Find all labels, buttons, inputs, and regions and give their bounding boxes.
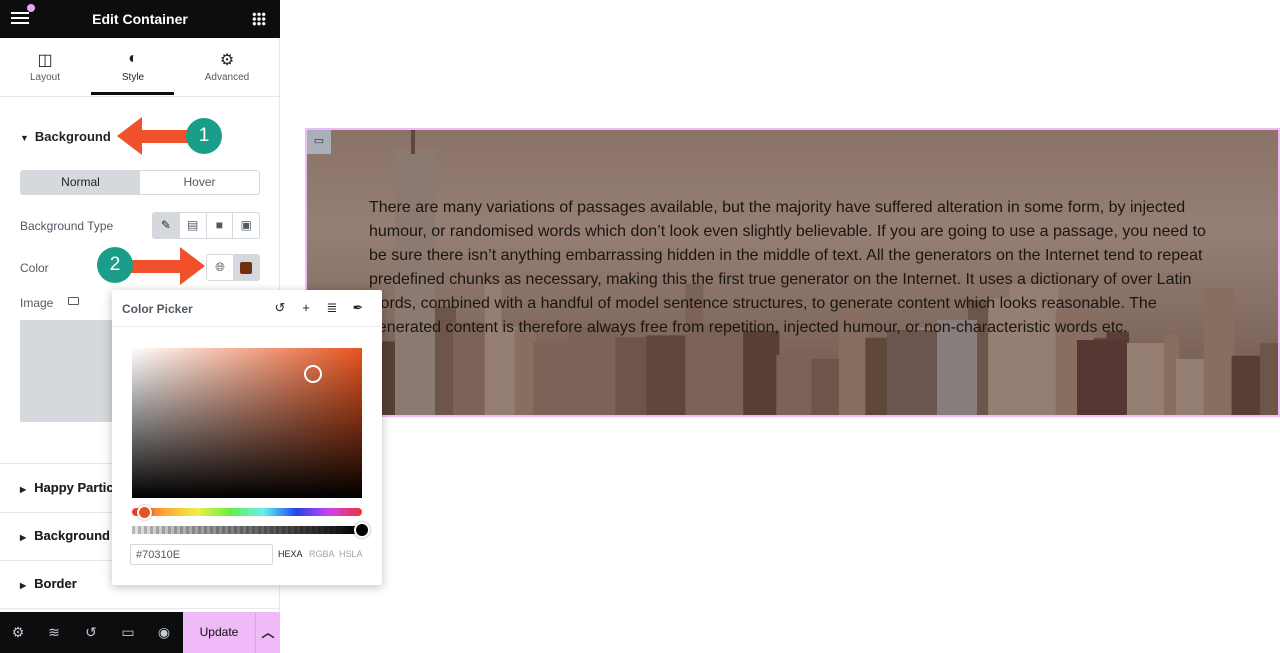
- columns-icon: ◫: [37, 52, 53, 69]
- opacity-handle[interactable]: [354, 522, 370, 538]
- opacity-slider[interactable]: [132, 526, 362, 534]
- paragraph-line: There are many variations of passages av…: [369, 199, 1186, 216]
- background-type-label: Background Type: [20, 219, 114, 233]
- eyedropper-icon[interactable]: ✒: [347, 297, 369, 319]
- desktop-icon[interactable]: [68, 297, 79, 305]
- state-hover[interactable]: Hover: [140, 171, 259, 194]
- section-title-visible: Background: [34, 528, 110, 543]
- section-background-toggle[interactable]: ▼ Background: [20, 129, 111, 144]
- preview-icon[interactable]: ◉: [154, 624, 174, 641]
- gradient-icon[interactable]: ▤: [178, 213, 206, 238]
- panel-title: Edit Container: [92, 11, 188, 27]
- active-tab-indicator: [91, 92, 174, 95]
- video-icon[interactable]: ■: [205, 213, 233, 238]
- color-label: Color: [20, 261, 49, 275]
- hue-slider[interactable]: [132, 508, 362, 516]
- section-title-visible: Happy Partic: [34, 480, 114, 495]
- color-picker-title: Color Picker: [122, 302, 193, 316]
- color-swatch[interactable]: [233, 255, 259, 280]
- section-title-visible: Border: [34, 576, 77, 591]
- divider: [0, 608, 280, 609]
- tab-style[interactable]: ◐ Style: [88, 50, 178, 83]
- saturation-handle[interactable]: [304, 365, 322, 383]
- state-toggle: Normal Hover: [20, 170, 260, 195]
- reset-icon[interactable]: ↺: [269, 297, 291, 319]
- paragraph-line: words, combined with a handful of model …: [369, 295, 1157, 312]
- grid-icon[interactable]: [252, 12, 266, 26]
- divider: [0, 96, 280, 97]
- tab-advanced[interactable]: ⚙ Advanced: [182, 50, 272, 83]
- paragraph-line: be sure there isn’t anything embarrassin…: [369, 247, 1203, 264]
- caret-right-icon: ▶: [20, 581, 27, 590]
- slideshow-icon[interactable]: ▣: [232, 213, 259, 238]
- mode-rgba[interactable]: RGBA: [309, 549, 335, 559]
- paragraph-line: humour, or randomised words which don’t …: [369, 223, 1206, 240]
- add-icon[interactable]: +: [295, 297, 317, 319]
- caret-right-icon: ▶: [20, 485, 27, 494]
- responsive-icon[interactable]: ▭: [118, 624, 138, 641]
- history-icon[interactable]: ↺: [81, 624, 101, 641]
- hex-input[interactable]: [130, 544, 273, 565]
- bottom-bar: ⚙ ≋ ↺ ▭ ◉ Update ︿: [0, 612, 280, 653]
- step-badge-1: 1: [186, 118, 222, 154]
- color-picker-popup: Color Picker ↺ + ≣ ✒ HEXA RGBA HSLA: [112, 290, 382, 585]
- color-control: 🌐︎: [206, 254, 260, 281]
- background-type-selector: ✎ ▤ ■ ▣: [152, 212, 260, 239]
- globe-icon[interactable]: 🌐︎: [207, 255, 233, 280]
- half-circle-icon: ◐: [128, 50, 138, 67]
- tab-label: Layout: [29, 72, 61, 83]
- global-colors-icon[interactable]: ≣: [321, 297, 343, 319]
- section-border[interactable]: ▶ Border Border: [20, 576, 77, 591]
- settings-icon[interactable]: ⚙: [8, 624, 28, 641]
- step-badge-2: 2: [97, 247, 133, 283]
- mode-hsla[interactable]: HSLA: [339, 549, 363, 559]
- caret-right-icon: ▶: [20, 533, 27, 542]
- panel-header: Edit Container: [0, 0, 280, 38]
- layers-icon[interactable]: ≋: [44, 624, 64, 641]
- text-paragraph: There are many variations of passages av…: [369, 196, 1219, 340]
- tab-label: Style: [121, 72, 145, 83]
- tab-layout[interactable]: ◫ Layout: [0, 50, 90, 83]
- tab-label: Advanced: [204, 72, 250, 83]
- caret-down-icon: ▼: [20, 133, 29, 143]
- container-handle[interactable]: ▭: [307, 130, 331, 154]
- divider: [112, 326, 382, 327]
- saturation-area[interactable]: [132, 348, 362, 498]
- gear-icon: ⚙: [219, 52, 235, 69]
- hue-handle[interactable]: [137, 505, 152, 520]
- container-section[interactable]: ▭ There are many variations of passages …: [305, 128, 1280, 417]
- state-normal[interactable]: Normal: [21, 171, 140, 194]
- image-label: Image: [20, 296, 54, 310]
- section-title: Background: [34, 129, 111, 144]
- mode-hexa[interactable]: HEXA: [278, 549, 303, 559]
- paragraph-line: generated content is therefore always fr…: [369, 319, 1128, 336]
- paragraph-line: predefined chunks as necessary, making t…: [369, 271, 1192, 288]
- chevron-up-icon[interactable]: ︿: [255, 612, 280, 653]
- brush-icon[interactable]: ✎: [153, 213, 179, 238]
- update-button[interactable]: Update: [183, 612, 255, 653]
